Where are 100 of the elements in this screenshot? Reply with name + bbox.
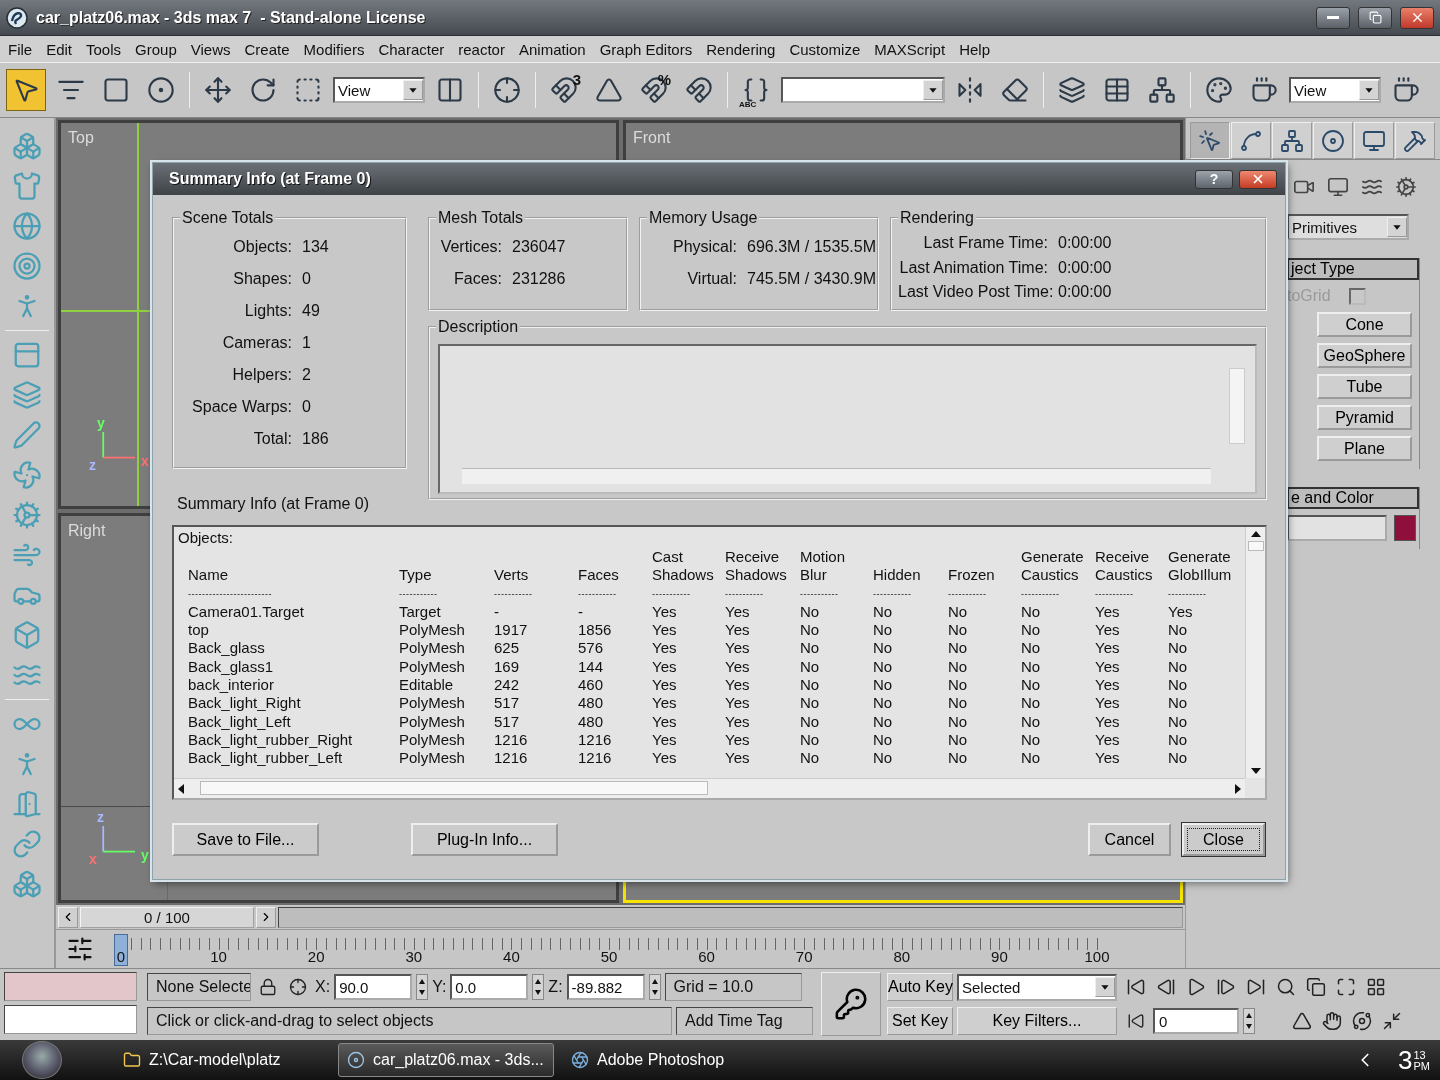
previous-button[interactable] (58, 906, 78, 928)
scroll-up-icon (1249, 529, 1262, 539)
taskbar-button[interactable]: Z:\Car-model\platz (114, 1043, 330, 1077)
door-icon (12, 789, 42, 819)
menu-item[interactable]: MAXScript (868, 40, 954, 58)
dropdown[interactable]: View (333, 77, 425, 103)
tool-button[interactable]: ABC (736, 69, 776, 111)
primitive-button[interactable]: Plane (1317, 436, 1412, 461)
menu-item[interactable]: reactor (452, 40, 513, 58)
rollout-header[interactable]: e and Color (1287, 487, 1419, 509)
axis-label: y (97, 416, 105, 430)
menu-item[interactable]: Group (129, 40, 185, 58)
table-cell-text: Editable (399, 676, 455, 695)
frame-marker[interactable]: 0 (114, 934, 128, 966)
table-cell-text: No (873, 749, 894, 768)
primitive-button[interactable]: Pyramid (1317, 405, 1412, 430)
script-listener-field[interactable] (4, 972, 137, 1001)
tool-button[interactable]: 3 (544, 69, 584, 111)
menu-item[interactable]: Animation (512, 40, 594, 58)
menu-item[interactable]: Rendering (700, 40, 784, 58)
dropdown[interactable]: View (1289, 77, 1381, 103)
taskbar-button[interactable]: Adobe Photoshop (562, 1043, 778, 1077)
table-cell-text: No (1021, 657, 1042, 676)
menu-item[interactable]: Views (184, 40, 239, 58)
table-cell-text: Yes (725, 602, 751, 622)
primitive-button[interactable]: Tube (1317, 374, 1412, 399)
table-cell-text: No (1168, 621, 1189, 640)
category-dropdown[interactable]: Primitives (1287, 214, 1409, 240)
menu-item[interactable]: Character (372, 40, 453, 58)
dialog-button[interactable]: Close (1182, 823, 1265, 856)
panel-tab[interactable] (1190, 122, 1230, 159)
menu-item[interactable]: Customize (783, 40, 869, 58)
spinner-button[interactable] (1243, 1008, 1255, 1034)
track-bar[interactable]: 0 10 20 30 40 50 60 70 80 90 100 (117, 932, 1107, 966)
menu-item[interactable]: File (2, 40, 41, 58)
dropdown[interactable] (781, 77, 945, 103)
table-cell-text: - (578, 602, 584, 622)
key-filters-button[interactable]: Key Filters... (957, 1007, 1117, 1035)
set-key-button[interactable] (821, 972, 881, 1036)
frame-field[interactable]: 0 (1153, 1008, 1239, 1034)
restore-button[interactable] (1358, 6, 1392, 29)
scrollbar[interactable] (1229, 368, 1245, 444)
restore-icon (1368, 11, 1382, 24)
close-button[interactable] (1239, 169, 1277, 189)
scrollbar-thumb[interactable] (1247, 541, 1264, 551)
stat-label: Cameras: (221, 334, 292, 352)
primitive-button[interactable]: GeoSphere (1317, 343, 1412, 368)
scrollbar[interactable] (462, 468, 1211, 484)
spinner-button[interactable] (532, 974, 545, 1000)
spinner-button[interactable] (648, 974, 661, 1000)
table-cell-text: No (873, 676, 894, 695)
coordinate-field[interactable]: -89.882 (566, 974, 645, 1000)
panel-tab[interactable] (1272, 122, 1312, 159)
menu-item[interactable]: Create (238, 40, 298, 58)
time-tag-field[interactable]: Add Time Tag (676, 1007, 813, 1035)
tool-button[interactable] (6, 69, 46, 111)
scrollbar-thumb[interactable] (200, 781, 708, 795)
script-output-field[interactable] (4, 1005, 137, 1034)
key-set-dropdown[interactable]: Selected (957, 973, 1117, 1001)
close-button[interactable] (1400, 6, 1434, 29)
coordinate-field[interactable]: 90.0 (334, 974, 413, 1000)
description-field[interactable] (438, 344, 1257, 494)
dialog-button[interactable]: Cancel (1088, 823, 1171, 856)
boxes-icon (12, 131, 42, 161)
primitive-button[interactable]: Cone (1317, 312, 1412, 337)
panel-tab[interactable] (1395, 122, 1435, 159)
menu-item[interactable]: Modifiers (297, 40, 373, 58)
menu-item[interactable]: Tools (80, 40, 130, 58)
panel-tab[interactable] (1313, 122, 1353, 159)
taskbar-button[interactable]: car_platz06.max - 3ds... (338, 1043, 554, 1077)
color-swatch[interactable] (1394, 515, 1416, 541)
pointer-click-icon (1198, 128, 1222, 153)
table-cell-text: PolyMesh (399, 712, 466, 731)
set-key-text-button[interactable]: Set Key (887, 1007, 953, 1035)
dialog-button[interactable]: Plug-In Info... (411, 823, 558, 856)
table-cell-text: Back_light_Left (188, 712, 292, 731)
table-cell-text: No (948, 676, 969, 695)
table-cell-text: Yes (652, 602, 678, 622)
panel-tab[interactable] (1354, 122, 1394, 159)
scroll-right-icon (1233, 782, 1243, 795)
table-cell-text: No (1168, 676, 1189, 695)
menu-item[interactable]: Graph Editors (593, 40, 701, 58)
menu-item[interactable]: Help (953, 40, 998, 58)
name-field[interactable] (1287, 515, 1387, 541)
table-cell-text: Yes (725, 657, 751, 676)
time-slider-thumb[interactable]: 0 / 100 (80, 906, 254, 928)
coordinate-field[interactable]: 0.0 (450, 974, 529, 1000)
vertical-scrollbar[interactable] (1245, 527, 1265, 778)
auto-key-button[interactable]: Auto Key (887, 973, 953, 1001)
minimize-button[interactable] (1316, 6, 1350, 29)
dialog-button[interactable]: Save to File... (172, 823, 319, 856)
rollout-header[interactable]: ject Type (1287, 258, 1419, 280)
menu-item[interactable]: Edit (40, 40, 81, 58)
panel-tab[interactable] (1231, 122, 1271, 159)
spinner-button[interactable] (416, 974, 429, 1000)
table-cell-text: - (494, 602, 500, 622)
start-button[interactable] (22, 1041, 62, 1079)
stat-label: Total: (252, 430, 292, 448)
horizontal-scrollbar[interactable] (174, 778, 1245, 798)
next-button[interactable] (256, 906, 276, 928)
